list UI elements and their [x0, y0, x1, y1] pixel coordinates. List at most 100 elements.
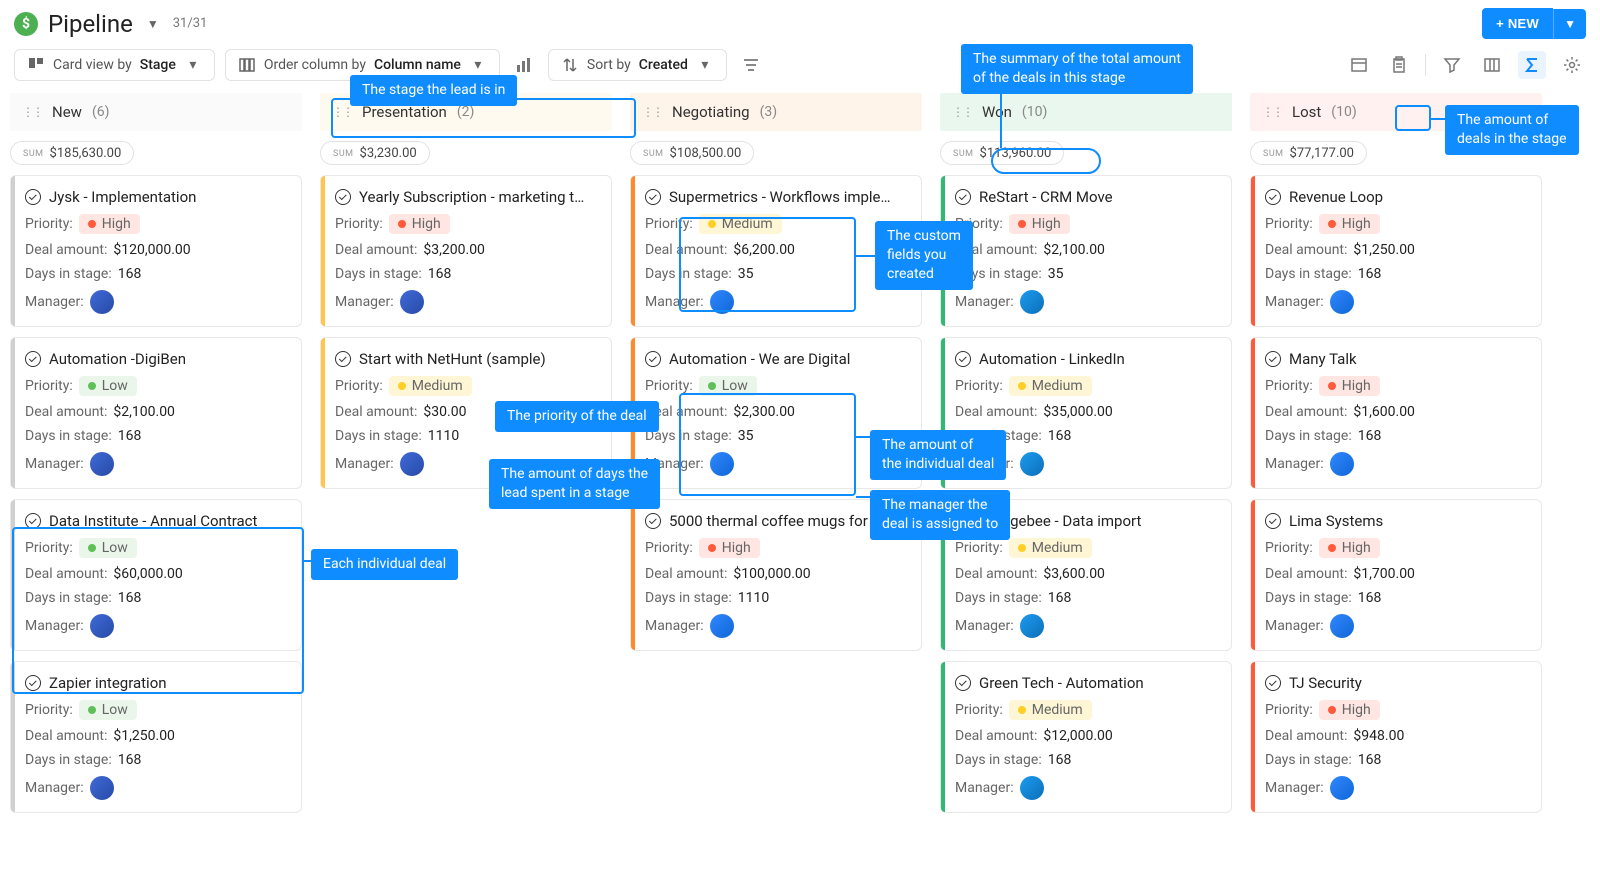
- filter-lines-icon[interactable]: [737, 51, 765, 79]
- manager-avatar[interactable]: [1330, 452, 1354, 476]
- manager-avatar[interactable]: [710, 452, 734, 476]
- column-header[interactable]: ⋮⋮ Negotiating (3): [630, 93, 922, 131]
- deal-card[interactable]: Green Tech - Automation Priority: Medium…: [940, 661, 1232, 813]
- card-name: Automation - LinkedIn: [979, 350, 1125, 368]
- manager-row: Manager:: [955, 776, 1219, 800]
- drag-handle-icon[interactable]: ⋮⋮: [22, 105, 42, 119]
- days-value: 168: [1358, 428, 1382, 444]
- manager-label: Manager:: [1265, 294, 1324, 310]
- manager-avatar[interactable]: [710, 290, 734, 314]
- manager-avatar[interactable]: [1330, 776, 1354, 800]
- card-name: ReStart - CRM Move: [979, 188, 1113, 206]
- priority-badge: High: [79, 214, 140, 234]
- priority-dot-icon: [1328, 544, 1336, 552]
- manager-avatar[interactable]: [1020, 290, 1044, 314]
- column-header[interactable]: ⋮⋮ Won (10): [940, 93, 1232, 131]
- manager-label: Manager:: [25, 780, 84, 796]
- title-dropdown-icon[interactable]: ▼: [143, 13, 163, 35]
- deal-card[interactable]: Zapier integration Priority: Low Deal am…: [10, 661, 302, 813]
- check-circle-icon: [1265, 513, 1281, 529]
- days-value: 168: [428, 266, 452, 282]
- sum-pill: sum $113,960.00: [940, 141, 1064, 165]
- deal-card[interactable]: Jysk - Implementation Priority: High Dea…: [10, 175, 302, 327]
- manager-avatar[interactable]: [90, 452, 114, 476]
- new-button-dropdown[interactable]: ▼: [1553, 9, 1586, 39]
- manager-row: Manager:: [645, 614, 909, 638]
- tooltip-text: The priority of the deal: [507, 408, 647, 424]
- drag-handle-icon[interactable]: ⋮⋮: [332, 105, 352, 119]
- card-layout-icon[interactable]: [1345, 51, 1373, 79]
- drag-handle-icon[interactable]: ⋮⋮: [642, 105, 662, 119]
- deal-card[interactable]: Revenue Loop Priority: High Deal amount:…: [1250, 175, 1542, 327]
- kanban-column: ⋮⋮ Lost (10) sum $77,177.00 Revenue Loop…: [1250, 93, 1542, 813]
- priority-value: Medium: [412, 378, 463, 394]
- drag-handle-icon[interactable]: ⋮⋮: [1262, 105, 1282, 119]
- days-value: 168: [1048, 752, 1072, 768]
- sort-pill[interactable]: Sort by Created ▾: [548, 49, 727, 81]
- columns-toggle-icon[interactable]: [1478, 51, 1506, 79]
- days-value: 35: [1048, 266, 1064, 282]
- manager-avatar[interactable]: [710, 614, 734, 638]
- new-button[interactable]: + NEW: [1482, 8, 1553, 39]
- manager-label: Manager:: [955, 780, 1014, 796]
- deal-card[interactable]: Lima Systems Priority: High Deal amount:…: [1250, 499, 1542, 651]
- priority-value: Low: [102, 378, 128, 394]
- card-view-pill[interactable]: Card view by Stage ▾: [14, 49, 215, 81]
- new-button-group: + NEW ▼: [1482, 8, 1586, 39]
- card-view-value: Stage: [140, 57, 176, 73]
- manager-avatar[interactable]: [400, 290, 424, 314]
- manager-row: Manager:: [1265, 776, 1529, 800]
- manager-avatar[interactable]: [90, 614, 114, 638]
- deal-card[interactable]: TJ Security Priority: High Deal amount: …: [1250, 661, 1542, 813]
- sum-value: $77,177.00: [1290, 146, 1354, 161]
- days-label: Days in stage:: [1265, 428, 1352, 444]
- deal-card[interactable]: ReStart - CRM Move Priority: High Deal a…: [940, 175, 1232, 327]
- manager-label: Manager:: [1265, 456, 1324, 472]
- deal-card[interactable]: Many Talk Priority: High Deal amount: $1…: [1250, 337, 1542, 489]
- manager-label: Manager:: [1265, 618, 1324, 634]
- amount-label: Deal amount:: [1265, 242, 1347, 258]
- manager-avatar[interactable]: [400, 452, 424, 476]
- days-row: Days in stage: 35: [955, 266, 1219, 282]
- days-row: Days in stage: 168: [955, 590, 1219, 606]
- amount-label: Deal amount:: [335, 404, 417, 420]
- card-name: Data Institute - Annual Contract: [49, 512, 257, 530]
- priority-label: Priority:: [1265, 540, 1313, 556]
- deal-card[interactable]: Yearly Subscription - marketing t… Prior…: [320, 175, 612, 327]
- priority-dot-icon: [88, 382, 96, 390]
- days-row: Days in stage: 168: [1265, 590, 1529, 606]
- amount-value: $2,100.00: [1043, 242, 1105, 258]
- manager-avatar[interactable]: [90, 290, 114, 314]
- priority-value: High: [1342, 216, 1371, 232]
- days-label: Days in stage:: [25, 266, 112, 282]
- priority-row: Priority: Low: [25, 700, 289, 720]
- gear-icon[interactable]: [1558, 51, 1586, 79]
- priority-label: Priority:: [955, 702, 1003, 718]
- drag-handle-icon[interactable]: ⋮⋮: [952, 105, 972, 119]
- priority-value: Medium: [722, 216, 773, 232]
- priority-dot-icon: [1018, 382, 1026, 390]
- priority-row: Priority: High: [955, 214, 1219, 234]
- funnel-icon[interactable]: [1438, 51, 1466, 79]
- priority-label: Priority:: [335, 378, 383, 394]
- manager-avatar[interactable]: [1330, 614, 1354, 638]
- deal-card[interactable]: Data Institute - Annual Contract Priorit…: [10, 499, 302, 651]
- priority-label: Priority:: [1265, 216, 1313, 232]
- manager-avatar[interactable]: [1020, 776, 1044, 800]
- column-header[interactable]: ⋮⋮ New (6): [10, 93, 302, 131]
- manager-label: Manager:: [955, 618, 1014, 634]
- priority-value: High: [1342, 540, 1371, 556]
- priority-dot-icon: [88, 544, 96, 552]
- deal-card[interactable]: Automation -DigiBen Priority: Low Deal a…: [10, 337, 302, 489]
- manager-avatar[interactable]: [1020, 452, 1044, 476]
- priority-value: Medium: [1032, 540, 1083, 556]
- manager-avatar[interactable]: [1330, 290, 1354, 314]
- manager-avatar[interactable]: [1020, 614, 1044, 638]
- priority-row: Priority: Medium: [955, 376, 1219, 396]
- clipboard-icon[interactable]: [1385, 51, 1413, 79]
- manager-avatar[interactable]: [90, 776, 114, 800]
- sigma-sum-icon[interactable]: [1518, 51, 1546, 79]
- priority-dot-icon: [88, 706, 96, 714]
- amount-row: Deal amount: $1,700.00: [1265, 566, 1529, 582]
- priority-badge: Medium: [699, 214, 782, 234]
